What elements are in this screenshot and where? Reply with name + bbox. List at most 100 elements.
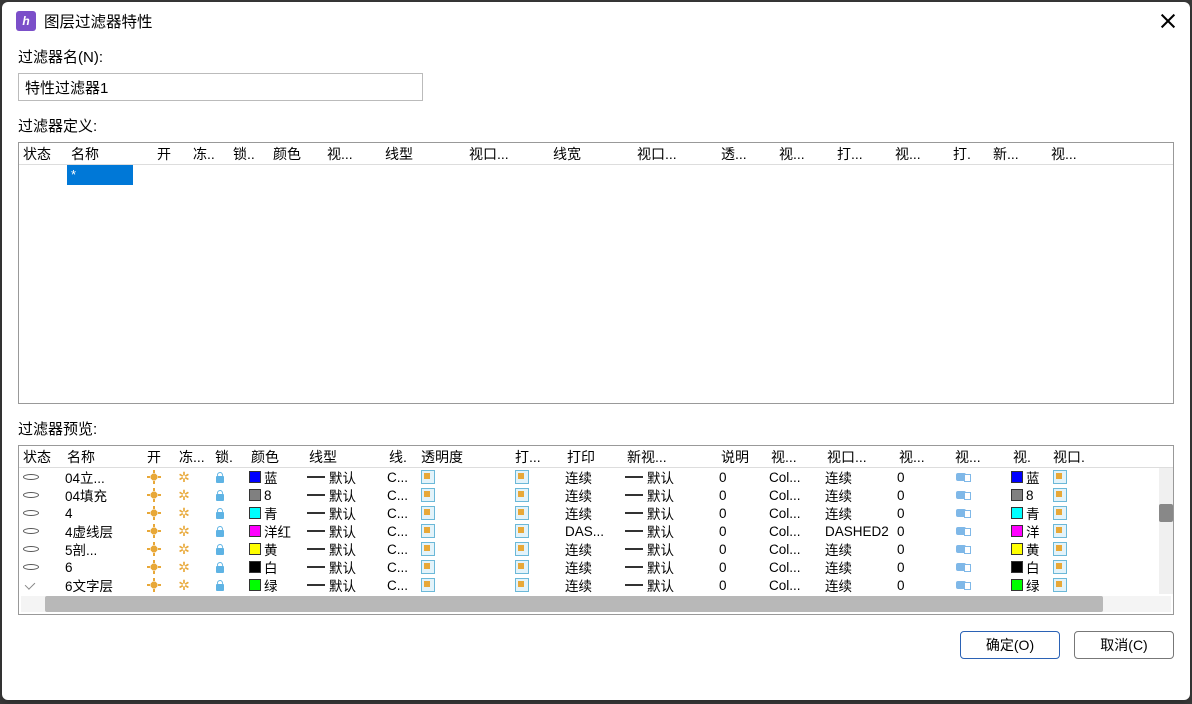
prev-header-cell[interactable]: 视. — [1009, 445, 1049, 469]
horizontal-scrollbar[interactable] — [21, 596, 1171, 612]
table-row[interactable]: 04填充✲8默认C...连续默认0Col...连续08 — [19, 486, 1173, 504]
freeze-icon: ✲ — [177, 560, 191, 574]
prev-header-cell[interactable]: 锁. — [211, 445, 247, 469]
prev-header-cell[interactable]: 视口... — [823, 445, 895, 469]
def-header-cell[interactable]: 视口... — [633, 142, 717, 166]
vp-icon — [1053, 560, 1067, 574]
def-header-cell[interactable]: 视... — [891, 142, 949, 166]
layer-status-icon — [23, 546, 39, 552]
window-title: 图层过滤器特性 — [44, 10, 1158, 32]
scroll-thumb[interactable] — [1159, 504, 1173, 522]
vp-icon — [421, 578, 435, 592]
printer-icon — [955, 525, 971, 537]
on-icon — [147, 578, 161, 592]
filter-name-input[interactable] — [18, 73, 423, 101]
printer-icon — [955, 471, 971, 483]
on-icon — [147, 488, 161, 502]
ok-button[interactable]: 确定(O) — [960, 631, 1060, 659]
color-swatch — [1011, 561, 1023, 573]
preview-grid[interactable]: 状态名称开冻...锁.颜色线型线.透明度打...打印新视...说明视...视口.… — [18, 445, 1174, 615]
prev-header-cell[interactable]: 打... — [511, 445, 563, 469]
prev-header-cell[interactable]: 冻... — [175, 445, 211, 469]
prev-header-cell[interactable]: 线. — [385, 445, 417, 469]
vp-icon — [421, 524, 435, 538]
filter-def-grid[interactable]: 状态名称开冻..锁..颜色视...线型视口...线宽视口...透...视...打… — [18, 142, 1174, 404]
prev-header-cell[interactable]: 视口. — [1049, 445, 1087, 469]
def-header-cell[interactable]: 视... — [775, 142, 833, 166]
printer-icon — [955, 543, 971, 555]
prev-header-cell[interactable]: 视... — [895, 445, 951, 469]
def-header-cell[interactable]: 打. — [949, 142, 989, 166]
vp-icon — [1053, 542, 1067, 556]
linetype-icon — [307, 584, 325, 586]
vp-icon — [1053, 578, 1067, 592]
lock-icon — [213, 470, 227, 484]
def-header-cell[interactable]: 颜色 — [269, 142, 323, 166]
def-body[interactable]: * — [19, 165, 1173, 405]
table-row[interactable]: 6✲白默认C...连续默认0Col...连续0白 — [19, 558, 1173, 576]
linetype-icon — [307, 566, 325, 568]
prev-header-cell[interactable]: 视... — [951, 445, 1009, 469]
prev-header-cell[interactable]: 状态 — [19, 445, 63, 469]
filter-name-label: 过滤器名(N): — [18, 46, 1174, 67]
def-header-cell[interactable]: 线宽 — [549, 142, 633, 166]
def-header-cell[interactable]: 透... — [717, 142, 775, 166]
printer-icon — [955, 579, 971, 591]
def-header-cell[interactable]: 冻.. — [189, 142, 229, 166]
table-row[interactable]: 4✲青默认C...连续默认0Col...连续0青 — [19, 504, 1173, 522]
prev-header-cell[interactable]: 开 — [143, 445, 175, 469]
prev-header-cell[interactable]: 颜色 — [247, 445, 305, 469]
freeze-icon: ✲ — [177, 542, 191, 556]
cancel-button[interactable]: 取消(C) — [1074, 631, 1174, 659]
freeze-icon: ✲ — [177, 488, 191, 502]
def-empty-row[interactable] — [19, 185, 1173, 205]
table-row[interactable]: 6文字层✲绿默认C...连续默认0Col...连续0绿 — [19, 576, 1173, 594]
hscroll-thumb[interactable] — [45, 596, 1103, 612]
def-header-cell[interactable]: 开 — [153, 142, 189, 166]
def-header-cell[interactable]: 状态 — [19, 142, 67, 166]
color-swatch — [249, 543, 261, 555]
prev-body[interactable]: 04立...✲蓝默认C...连续默认0Col...连续0蓝04填充✲8默认C..… — [19, 468, 1173, 594]
linetype-icon — [625, 584, 643, 586]
vp-icon — [515, 488, 529, 502]
close-icon[interactable] — [1158, 12, 1176, 30]
def-header-cell[interactable]: 视... — [323, 142, 381, 166]
def-header-cell[interactable]: 新... — [989, 142, 1047, 166]
linetype-icon — [307, 512, 325, 514]
def-header-cell[interactable]: 视... — [1047, 142, 1107, 166]
layer-status-icon — [23, 492, 39, 498]
def-filter-cell[interactable]: * — [67, 165, 133, 185]
table-row[interactable]: 4虚线层✲洋红默认C...DAS...默认0Col...DASHED20洋 — [19, 522, 1173, 540]
def-header-cell[interactable]: 打... — [833, 142, 891, 166]
color-swatch — [249, 489, 261, 501]
vertical-scrollbar[interactable] — [1159, 468, 1173, 594]
color-swatch — [249, 471, 261, 483]
prev-header-cell[interactable]: 线型 — [305, 445, 385, 469]
on-icon — [147, 506, 161, 520]
on-icon — [147, 524, 161, 538]
linetype-icon — [625, 566, 643, 568]
lock-icon — [213, 488, 227, 502]
button-row: 确定(O) 取消(C) — [18, 629, 1174, 659]
table-row[interactable]: 5剖...✲黄默认C...连续默认0Col...连续0黄 — [19, 540, 1173, 558]
def-header-cell[interactable]: 线型 — [381, 142, 465, 166]
prev-header-cell[interactable]: 新视... — [623, 445, 717, 469]
prev-header-cell[interactable]: 名称 — [63, 445, 143, 469]
layer-status-icon — [23, 528, 39, 534]
preview-label: 过滤器预览: — [18, 418, 1174, 439]
prev-header-cell[interactable]: 打印 — [563, 445, 623, 469]
vp-icon — [1053, 488, 1067, 502]
def-header-row: 状态名称开冻..锁..颜色视...线型视口...线宽视口...透...视...打… — [19, 143, 1173, 165]
color-swatch — [1011, 525, 1023, 537]
prev-header-cell[interactable]: 透明度 — [417, 445, 511, 469]
freeze-icon: ✲ — [177, 470, 191, 484]
color-swatch — [249, 525, 261, 537]
prev-header-cell[interactable]: 说明 — [717, 445, 767, 469]
prev-header-cell[interactable]: 视... — [767, 445, 823, 469]
linetype-icon — [307, 476, 325, 478]
def-header-cell[interactable]: 锁.. — [229, 142, 269, 166]
def-header-cell[interactable]: 名称 — [67, 142, 153, 166]
def-header-cell[interactable]: 视口... — [465, 142, 549, 166]
table-row[interactable]: 04立...✲蓝默认C...连续默认0Col...连续0蓝 — [19, 468, 1173, 486]
linetype-icon — [625, 530, 643, 532]
